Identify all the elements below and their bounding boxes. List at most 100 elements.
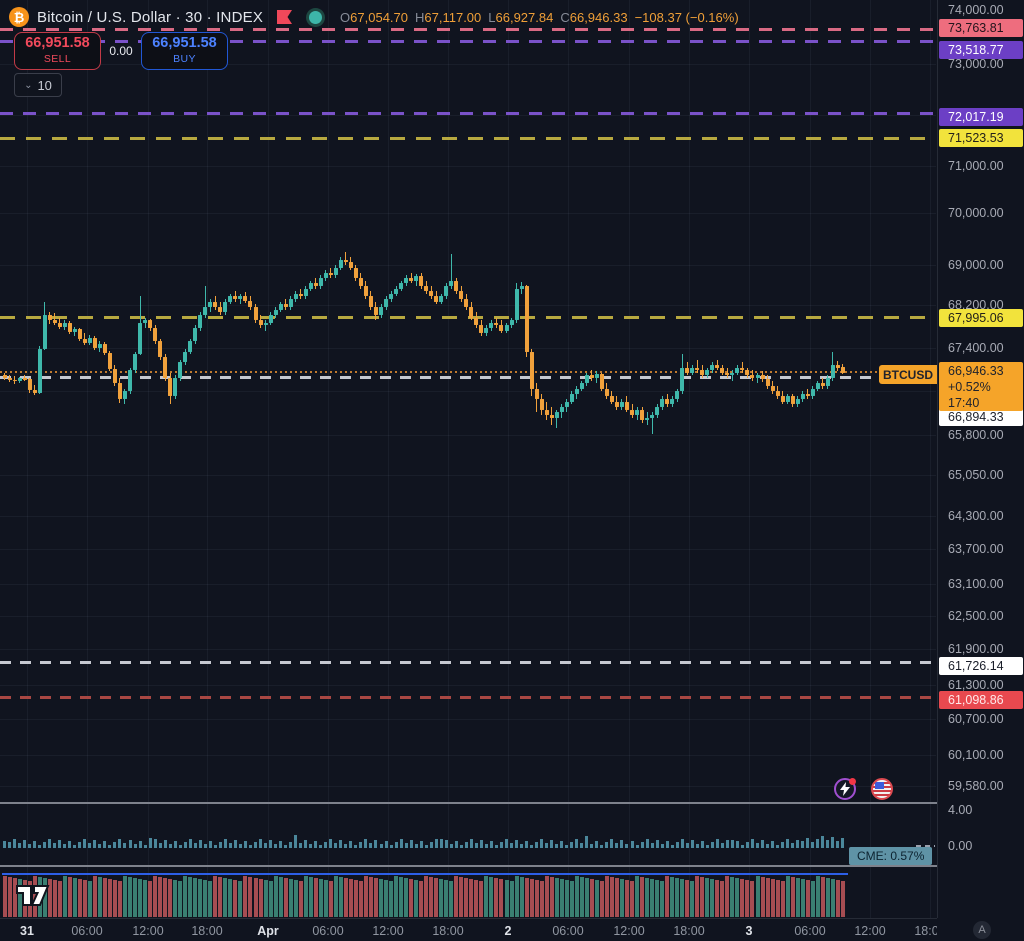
volume-bar <box>670 877 674 917</box>
volume-bar <box>469 879 473 917</box>
volume-bar <box>354 880 358 917</box>
current-price: 66,946.33 <box>948 363 1023 379</box>
price-axis-label: 65,050.00 <box>948 468 1004 482</box>
autoscale-badge[interactable]: A <box>973 921 991 939</box>
volume-bar <box>269 881 273 917</box>
volume-bar <box>218 877 222 917</box>
pane-separator[interactable] <box>0 802 1024 804</box>
volume-bar <box>811 881 815 917</box>
volume-bar <box>88 881 92 917</box>
volume-bar <box>494 878 498 917</box>
price-axis-label: 63,700.00 <box>948 542 1004 556</box>
volume-bar <box>188 877 192 917</box>
price-axis-label: 69,000.00 <box>948 258 1004 272</box>
volume-bar <box>555 878 559 917</box>
pane-separator[interactable] <box>0 865 1024 867</box>
volume-bar <box>98 877 102 917</box>
time-axis-label: 06:00 <box>546 924 590 938</box>
volume-bar <box>329 881 333 917</box>
volume-bar <box>796 878 800 917</box>
volume-bar <box>138 879 142 917</box>
volume-bar <box>399 877 403 917</box>
volume-bar <box>781 881 785 917</box>
volume-bar <box>248 877 252 917</box>
volume-bar <box>233 880 237 917</box>
time-axis-label: 3 <box>727 924 771 938</box>
volume-bar <box>424 876 428 917</box>
volume-bar <box>550 877 554 917</box>
volume-bar <box>299 881 303 917</box>
volume-bar <box>540 881 544 917</box>
volume-bar <box>319 879 323 917</box>
time-axis[interactable]: 3106:0012:0018:00Apr06:0012:0018:00206:0… <box>0 918 937 941</box>
buy-price: 66,951.58 <box>152 36 217 51</box>
ohlc-value: 67,054.70 <box>350 10 408 25</box>
volume-bar <box>831 879 835 917</box>
quantity-dropdown[interactable]: ⌄ 10 <box>14 73 62 97</box>
price-axis-tag: 73,518.77 <box>939 41 1023 59</box>
ohlc-value: 67,117.00 <box>424 10 481 25</box>
volume-bar <box>525 878 529 917</box>
volume-bar <box>740 879 744 917</box>
price-axis-tag: 72,017.19 <box>939 108 1023 126</box>
price-axis-label: 73,000.00 <box>948 57 1004 71</box>
price-axis-tag: 67,995.06 <box>939 309 1023 327</box>
volume-bar <box>735 878 739 917</box>
volume-bar <box>389 881 393 917</box>
price-axis-tag: 61,098.86 <box>939 691 1023 709</box>
volume-bar <box>615 878 619 917</box>
volume-bar <box>294 880 298 917</box>
volume-bar <box>394 876 398 917</box>
volume-bar <box>108 879 112 917</box>
volume-bar <box>660 881 664 917</box>
volume-bar <box>93 876 97 917</box>
bitcoin-logo-icon: ₿ <box>9 7 29 27</box>
volume-bar <box>83 880 87 917</box>
volume-bar <box>535 880 539 917</box>
volume-bar <box>570 881 574 917</box>
volume-bar <box>625 880 629 917</box>
volume-bar <box>314 878 318 917</box>
volume-bar <box>264 880 268 917</box>
volume-bar <box>600 881 604 917</box>
price-axis-label: 59,580.00 <box>948 779 1004 793</box>
volume-bar <box>489 877 493 917</box>
chart-legend: ₿ Bitcoin / U.S. Dollar · 30 · INDEX O67… <box>9 7 746 27</box>
tradingview-logo-icon[interactable] <box>14 880 50 913</box>
time-axis-label: 06:00 <box>65 924 109 938</box>
time-axis-label: 12:00 <box>126 924 170 938</box>
price-axis-label: 60,700.00 <box>948 712 1004 726</box>
volume-bar <box>439 879 443 917</box>
volume-bar <box>510 881 514 917</box>
red-flag-icon[interactable] <box>277 10 293 24</box>
cme-indicator-label[interactable]: CME: 0.57% <box>849 847 932 865</box>
volume-bar <box>254 878 258 917</box>
volume-bar <box>324 880 328 917</box>
time-axis-label: 12:00 <box>366 924 410 938</box>
volume-bar <box>745 880 749 917</box>
price-axis-tag: 73,763.81 <box>939 19 1023 37</box>
ohlc-key: O <box>340 10 350 25</box>
volume-bar <box>364 876 368 917</box>
volume-bar <box>208 881 212 917</box>
volume-bar <box>771 879 775 917</box>
quick-action-icons <box>834 778 893 800</box>
market-status-dot-icon[interactable] <box>309 11 322 24</box>
price-axis-label: 60,100.00 <box>948 748 1004 762</box>
volume-bar <box>103 878 107 917</box>
volume-bar <box>379 879 383 917</box>
volume-bar <box>374 878 378 917</box>
time-axis-label: 2 <box>486 924 530 938</box>
volume-bar <box>479 881 483 917</box>
volume-bar <box>158 877 162 917</box>
us-flag-icon[interactable] <box>871 778 893 800</box>
symbol-title[interactable]: Bitcoin / U.S. Dollar · 30 · INDEX <box>37 9 263 26</box>
volume-bar <box>680 879 684 917</box>
buy-button[interactable]: 66,951.58 BUY <box>141 32 228 70</box>
lightning-icon[interactable] <box>834 778 856 800</box>
price-axis[interactable]: 66,946.33 +0.52% 17:40 74,000.0073,000.0… <box>937 0 1024 918</box>
trade-panel: 66,951.58 SELL 0.00 66,951.58 BUY <box>14 32 228 70</box>
volume-bar <box>826 878 830 917</box>
sell-button[interactable]: 66,951.58 SELL <box>14 32 101 70</box>
volume-ma-line <box>2 873 848 875</box>
